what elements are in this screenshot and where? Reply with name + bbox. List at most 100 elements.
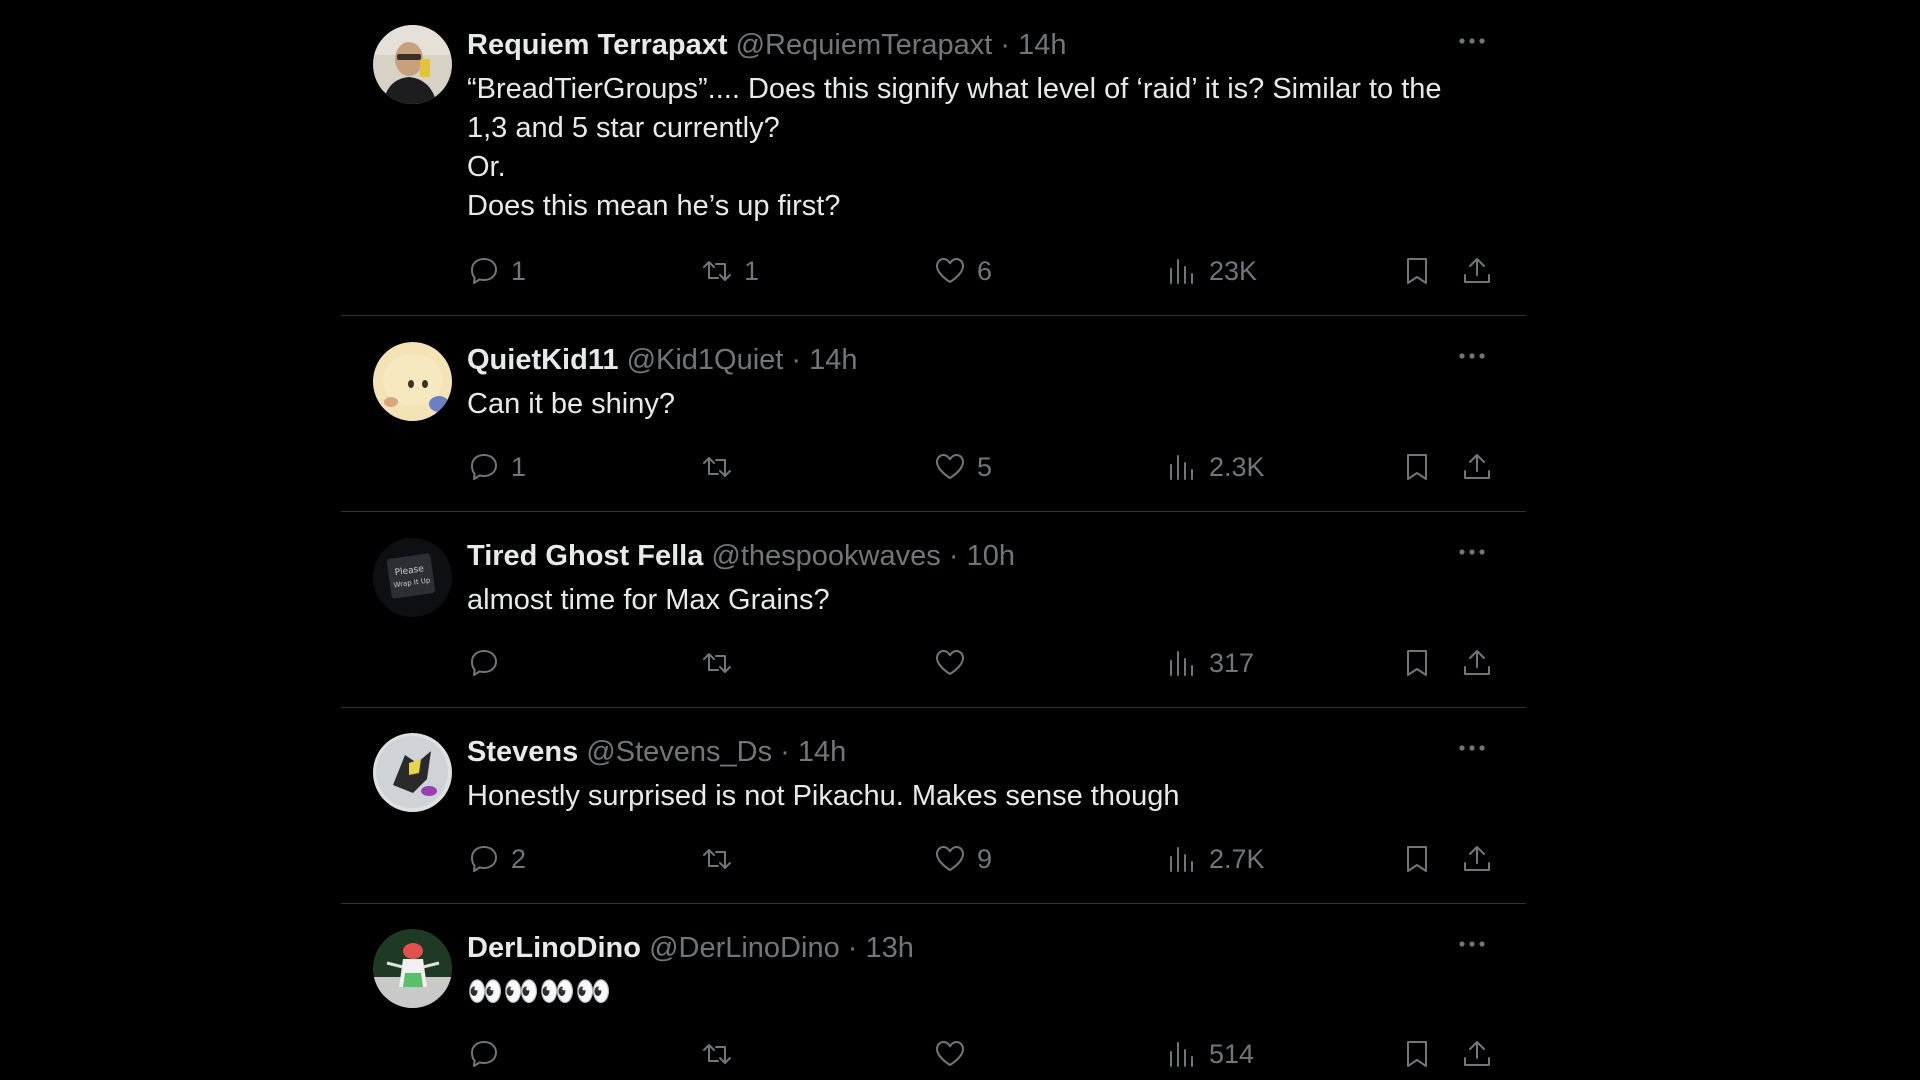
retweet-button[interactable] bbox=[700, 643, 744, 683]
separator-dot: · bbox=[948, 540, 959, 572]
views-button[interactable]: 317 bbox=[1165, 643, 1254, 683]
like-count: 6 bbox=[977, 255, 993, 286]
reply-button[interactable]: 1 bbox=[467, 447, 526, 487]
retweet-button[interactable] bbox=[700, 1034, 744, 1074]
action-bar: 2 9 2.7K bbox=[467, 839, 1490, 879]
retweet-icon bbox=[703, 653, 731, 673]
bookmark-icon bbox=[1407, 258, 1427, 284]
reply-icon bbox=[471, 846, 497, 872]
tweet[interactable]: Stevens @Stevens_Ds · 14h Honestly surpr… bbox=[341, 707, 1526, 904]
display-name[interactable]: Requiem Terrapaxt bbox=[467, 29, 728, 61]
more-icon[interactable] bbox=[1454, 23, 1490, 59]
views-button[interactable]: 514 bbox=[1165, 1034, 1254, 1074]
action-bar: 1 5 2.3K bbox=[467, 447, 1490, 487]
tweet[interactable]: DerLinoDino @DerLinoDino · 13h 👀👀👀👀 514 bbox=[341, 903, 1526, 1080]
tweet-text: almost time for Max Grains? bbox=[467, 581, 1490, 620]
avatar[interactable] bbox=[373, 929, 452, 1008]
bookmark-button[interactable] bbox=[1400, 839, 1434, 879]
like-button[interactable]: 6 bbox=[933, 251, 992, 291]
share-button[interactable] bbox=[1460, 447, 1494, 487]
views-button[interactable]: 23K bbox=[1165, 251, 1257, 291]
tweet[interactable]: Requiem Terrapaxt @RequiemTerapaxt · 14h… bbox=[341, 0, 1526, 316]
avatar[interactable] bbox=[373, 25, 452, 104]
avatar[interactable]: Please Wrap It Up bbox=[373, 538, 452, 617]
more-icon[interactable] bbox=[1454, 730, 1490, 766]
retweet-icon bbox=[703, 1044, 731, 1064]
like-count: 5 bbox=[977, 451, 993, 482]
retweet-button[interactable]: 1 bbox=[700, 251, 759, 291]
display-name[interactable]: DerLinoDino bbox=[467, 932, 641, 964]
tweet-text-line: Can it be shiny? bbox=[467, 388, 675, 420]
display-name[interactable]: Tired Ghost Fella bbox=[467, 540, 703, 572]
reply-button[interactable]: 2 bbox=[467, 839, 526, 879]
views-button[interactable]: 2.3K bbox=[1165, 447, 1265, 487]
like-icon bbox=[936, 650, 964, 675]
user-handle[interactable]: @thespookwaves bbox=[711, 540, 940, 572]
bookmark-button[interactable] bbox=[1400, 1034, 1434, 1074]
retweet-icon bbox=[703, 261, 731, 281]
separator-dot: · bbox=[780, 736, 790, 768]
share-button[interactable] bbox=[1460, 251, 1494, 291]
timestamp[interactable]: 14h bbox=[809, 344, 857, 376]
tweet-header: DerLinoDino @DerLinoDino · 13h bbox=[467, 930, 1490, 966]
tweet-text-line: almost time for Max Grains? bbox=[467, 584, 830, 616]
views-button[interactable]: 2.7K bbox=[1165, 839, 1265, 879]
share-button[interactable] bbox=[1460, 839, 1494, 879]
like-button[interactable] bbox=[933, 643, 977, 683]
tweet-text: 👀👀👀👀 bbox=[467, 973, 1490, 1012]
retweet-button[interactable] bbox=[700, 447, 744, 487]
like-button[interactable]: 5 bbox=[933, 447, 992, 487]
tweet-text-line: 👀👀👀👀 bbox=[467, 976, 612, 1008]
retweet-button[interactable] bbox=[700, 839, 744, 879]
reply-button[interactable]: 1 bbox=[467, 251, 526, 291]
reply-icon bbox=[471, 1041, 497, 1067]
share-icon bbox=[1464, 258, 1490, 283]
share-icon bbox=[1464, 650, 1490, 675]
views-icon bbox=[1170, 1042, 1193, 1067]
avatar[interactable] bbox=[373, 733, 452, 812]
more-icon[interactable] bbox=[1454, 338, 1490, 374]
reply-icon bbox=[471, 454, 497, 480]
view-count: 2.7K bbox=[1209, 843, 1265, 874]
bookmark-button[interactable] bbox=[1400, 447, 1434, 487]
reply-count: 1 bbox=[511, 451, 527, 482]
view-count: 23K bbox=[1209, 255, 1258, 286]
like-count: 9 bbox=[977, 843, 993, 874]
more-icon[interactable] bbox=[1454, 534, 1490, 570]
tweet-text-line: Does this mean he’s up first? bbox=[467, 190, 841, 222]
like-button[interactable] bbox=[933, 1034, 977, 1074]
like-button[interactable]: 9 bbox=[933, 839, 992, 879]
timestamp[interactable]: 14h bbox=[798, 736, 846, 768]
share-button[interactable] bbox=[1460, 643, 1494, 683]
tweet-header: QuietKid11 @Kid1Quiet · 14h bbox=[467, 342, 1490, 378]
avatar[interactable] bbox=[373, 342, 452, 421]
bookmark-icon bbox=[1407, 650, 1427, 676]
tweet[interactable]: Please Wrap It Up Tired Ghost Fella @the… bbox=[341, 511, 1526, 708]
user-handle[interactable]: @Stevens_Ds bbox=[586, 736, 772, 768]
timestamp[interactable]: 10h bbox=[967, 540, 1015, 572]
user-handle[interactable]: @RequiemTerapaxt bbox=[736, 29, 993, 61]
tweet-header: Requiem Terrapaxt @RequiemTerapaxt · 14h bbox=[467, 27, 1490, 63]
like-icon bbox=[936, 1041, 964, 1066]
reply-button[interactable] bbox=[467, 1034, 511, 1074]
bookmark-icon bbox=[1407, 846, 1427, 872]
timestamp[interactable]: 14h bbox=[1018, 29, 1066, 61]
tweet[interactable]: QuietKid11 @Kid1Quiet · 14h Can it be sh… bbox=[341, 315, 1526, 512]
bookmark-button[interactable] bbox=[1400, 643, 1434, 683]
more-icon[interactable] bbox=[1454, 926, 1490, 962]
display-name[interactable]: Stevens bbox=[467, 736, 578, 768]
bookmark-button[interactable] bbox=[1400, 251, 1434, 291]
share-icon bbox=[1464, 1041, 1490, 1066]
user-handle[interactable]: @DerLinoDino bbox=[649, 932, 840, 964]
reply-button[interactable] bbox=[467, 643, 511, 683]
display-name[interactable]: QuietKid11 bbox=[467, 344, 619, 376]
tweet-header: Tired Ghost Fella @thespookwaves · 10h bbox=[467, 538, 1490, 574]
retweet-count: 1 bbox=[744, 255, 760, 286]
timestamp[interactable]: 13h bbox=[866, 932, 914, 964]
like-icon bbox=[936, 258, 964, 283]
bookmark-icon bbox=[1407, 1041, 1427, 1067]
views-icon bbox=[1170, 847, 1193, 872]
tweet-text-line: Honestly surprised is not Pikachu. Makes… bbox=[467, 780, 1180, 812]
share-button[interactable] bbox=[1460, 1034, 1494, 1074]
user-handle[interactable]: @Kid1Quiet bbox=[627, 344, 784, 376]
